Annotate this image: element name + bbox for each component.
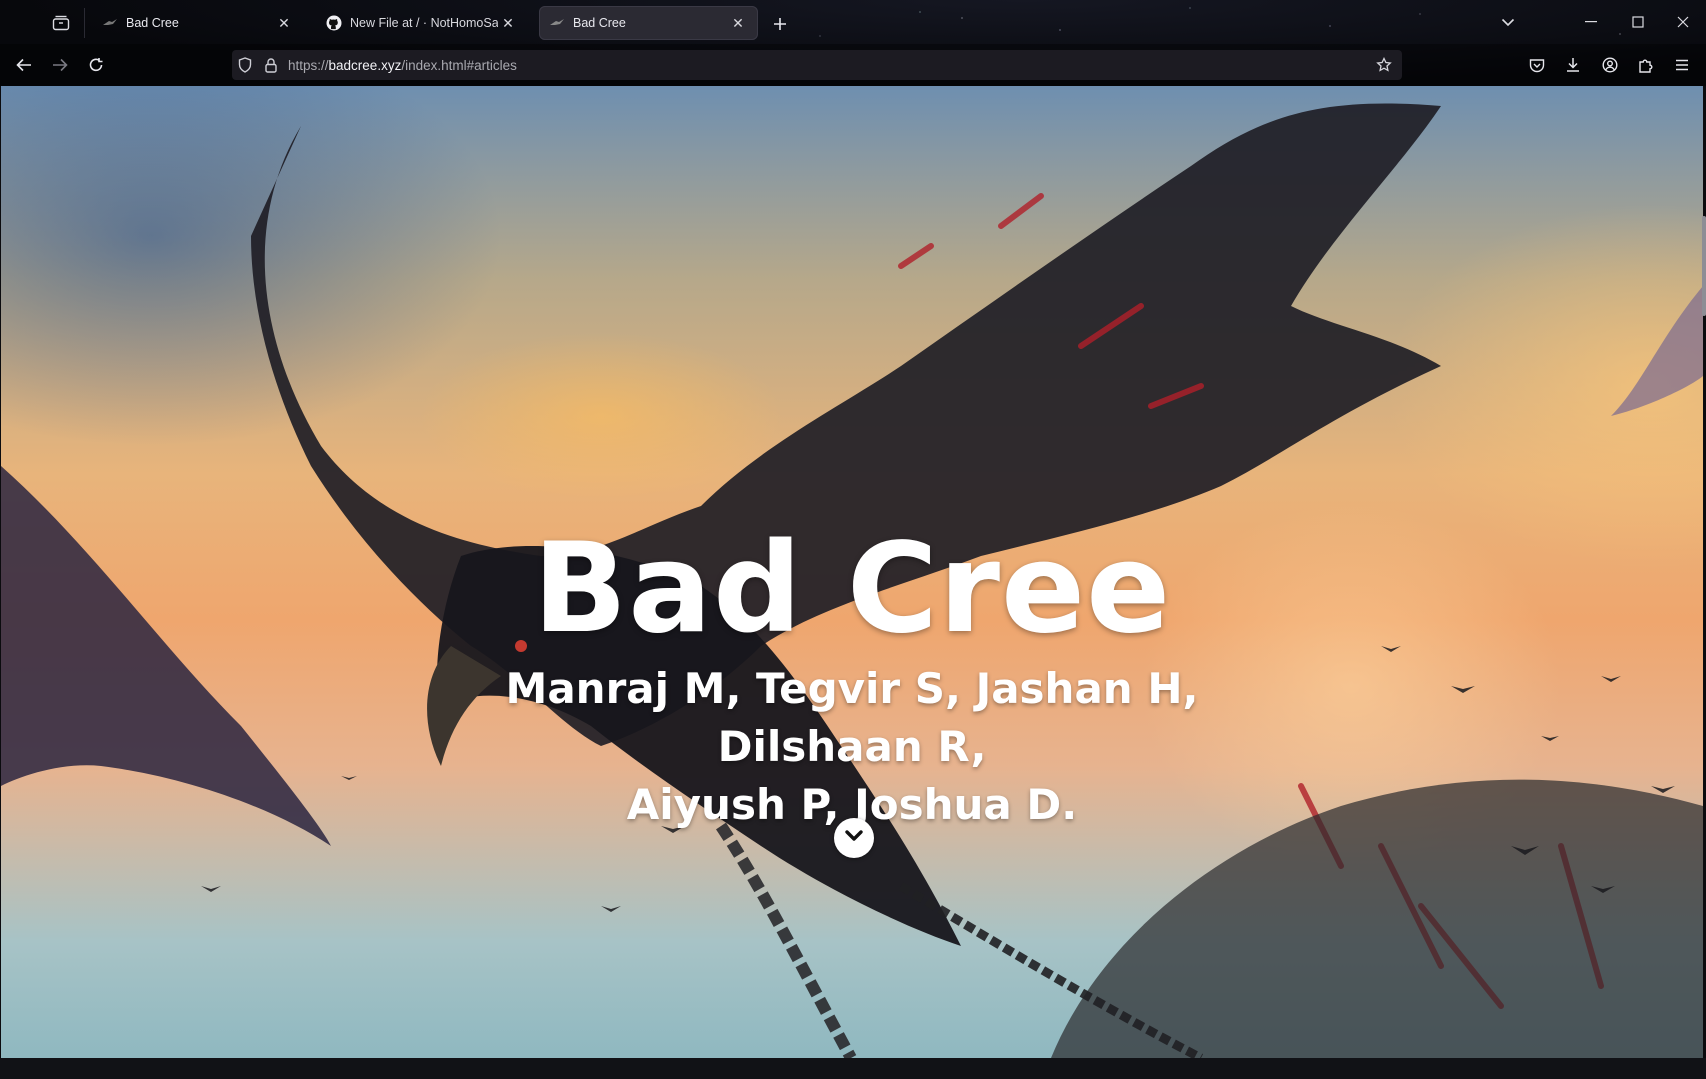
page-scrollbar[interactable] (1701, 86, 1706, 1058)
scroll-down-button[interactable] (834, 818, 874, 858)
tab-manager-icon[interactable] (47, 12, 75, 34)
tracking-protection-shield-icon[interactable] (232, 50, 258, 80)
chevron-down-icon (844, 829, 864, 848)
url-text[interactable]: https://badcree.xyz/index.html#articles (284, 58, 517, 73)
back-arrow-icon[interactable] (10, 51, 38, 79)
pocket-icon[interactable] (1523, 51, 1551, 79)
hamburger-menu-icon[interactable] (1668, 51, 1696, 79)
crow-favicon-icon (102, 15, 118, 31)
reload-icon[interactable] (82, 51, 110, 79)
account-icon[interactable] (1596, 51, 1624, 79)
tab-bad-cree-active[interactable]: Bad Cree ✕ (539, 6, 758, 40)
close-tab-icon[interactable]: ✕ (498, 13, 518, 33)
forward-arrow-icon[interactable] (46, 51, 74, 79)
new-tab-plus-icon[interactable] (768, 12, 792, 36)
window-bottom-edge (0, 1058, 1706, 1079)
tab-bad-cree-1[interactable]: Bad Cree ✕ (92, 6, 304, 40)
maximize-icon[interactable] (1620, 8, 1656, 36)
close-window-icon[interactable] (1665, 8, 1701, 36)
downloads-icon[interactable] (1559, 51, 1587, 79)
bookmark-star-icon[interactable] (1372, 53, 1396, 77)
crow-favicon-icon (549, 15, 565, 31)
close-tab-icon[interactable]: ✕ (728, 13, 748, 33)
authors-subtitle: Manraj M, Tegvir S, Jashan H, Dilshaan R… (401, 660, 1303, 834)
tab-bar: Bad Cree ✕ New File at / · NotHomoSapien… (0, 0, 1706, 44)
browser-chrome: Bad Cree ✕ New File at / · NotHomoSapien… (0, 0, 1706, 86)
extensions-puzzle-icon[interactable] (1632, 51, 1660, 79)
authors-line-1: Manraj M, Tegvir S, Jashan H, Dilshaan R… (505, 664, 1199, 771)
github-icon (326, 15, 342, 31)
lock-icon[interactable] (258, 50, 284, 80)
site-title: Bad Cree (532, 517, 1172, 661)
hero-text-block: Bad Cree Manraj M, Tegvir S, Jashan H, D… (1, 86, 1703, 1058)
minimize-icon[interactable] (1573, 8, 1609, 36)
tab-title: Bad Cree (573, 16, 626, 30)
tab-new-file-github[interactable]: New File at / · NotHomoSapien ✕ (316, 6, 528, 40)
list-all-tabs-chevron-down-icon[interactable] (1490, 8, 1526, 36)
url-bar[interactable]: https://badcree.xyz/index.html#articles (232, 50, 1402, 80)
tab-title: Bad Cree (126, 16, 179, 30)
scrollbar-thumb[interactable] (1702, 216, 1706, 316)
close-tab-icon[interactable]: ✕ (274, 13, 294, 33)
hero-section: Bad Cree Manraj M, Tegvir S, Jashan H, D… (1, 86, 1703, 1058)
navigation-toolbar: https://badcree.xyz/index.html#articles (0, 44, 1706, 86)
tab-title: New File at / · NotHomoSapien (350, 16, 498, 30)
